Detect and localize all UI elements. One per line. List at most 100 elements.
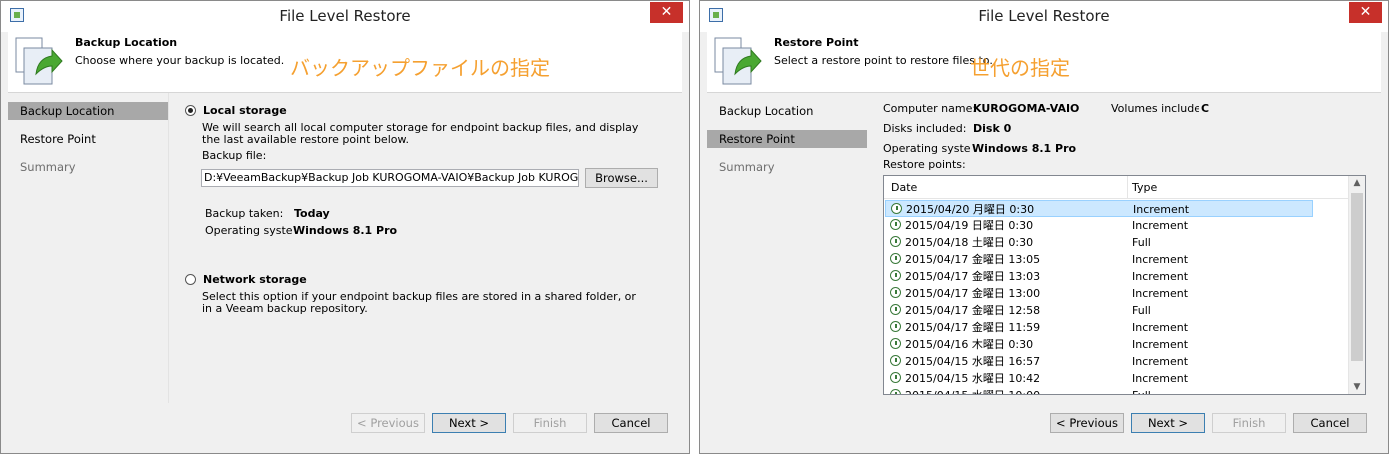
row-type: Full [1132, 304, 1151, 317]
restore-points-list: Date Type 2015/04/20 月曜日 0:30 Increment 2… [883, 175, 1366, 395]
step-restore-point[interactable]: Restore Point [707, 130, 867, 148]
step-restore-point[interactable]: Restore Point [8, 130, 168, 148]
wizard-steps: Backup Location Restore Point Summary [707, 93, 867, 403]
restore-point-row[interactable]: 2015/04/17 金曜日 11:59 Increment [885, 319, 1313, 336]
finish-button[interactable]: Finish [1212, 413, 1286, 433]
row-type: Full [1132, 387, 1151, 394]
row-type: Increment [1133, 203, 1190, 216]
window-title: File Level Restore [978, 7, 1110, 25]
local-storage-radio[interactable] [185, 105, 196, 116]
column-separator[interactable] [1127, 176, 1128, 198]
backup-file-label: Backup file: [202, 149, 267, 162]
restore-point-row[interactable]: 2015/04/15 水曜日 10:42 Increment [885, 370, 1313, 387]
step-backup-location[interactable]: Backup Location [707, 102, 867, 120]
step-summary[interactable]: Summary [707, 158, 867, 176]
scroll-down-icon[interactable]: ▼ [1349, 382, 1365, 392]
disks-label: Disks included: [883, 122, 967, 135]
local-storage-description-2: the last available restore point below. [202, 133, 409, 146]
restore-point-row[interactable]: 2015/04/20 月曜日 0:30 Increment [885, 200, 1313, 217]
restore-point-row[interactable]: 2015/04/15 水曜日 16:57 Increment [885, 353, 1313, 370]
restore-point-row[interactable]: 2015/04/17 金曜日 13:00 Increment [885, 285, 1313, 302]
restore-point-row[interactable]: 2015/04/19 日曜日 0:30 Increment [885, 217, 1313, 234]
previous-button[interactable]: < Previous [1050, 413, 1124, 433]
wizard-steps: Backup Location Restore Point Summary [8, 93, 168, 403]
restore-point-row[interactable]: 2015/04/18 土曜日 0:30 Full [885, 234, 1313, 251]
clock-icon [890, 287, 901, 298]
file-level-restore-window-restore-point: File Level Restore ✕ Restore Point Selec… [699, 0, 1389, 454]
os-label: Operating systen [883, 142, 971, 155]
row-date: 2015/04/18 土曜日 0:30 [905, 236, 1034, 249]
close-button[interactable]: ✕ [650, 2, 683, 23]
list-header: Date Type [884, 176, 1349, 199]
clock-icon [890, 236, 901, 247]
row-type: Increment [1132, 219, 1189, 232]
clock-icon [890, 253, 901, 264]
column-header-type[interactable]: Type [1132, 181, 1157, 194]
restore-point-row[interactable]: 2015/04/17 金曜日 12:58 Full [885, 302, 1313, 319]
column-header-date[interactable]: Date [891, 181, 917, 194]
scroll-up-icon[interactable]: ▲ [1349, 178, 1365, 188]
annotation-text: 世代の指定 [970, 56, 1070, 80]
restore-point-row[interactable]: 2015/04/17 金曜日 13:05 Increment [885, 251, 1313, 268]
row-type: Increment [1132, 355, 1189, 368]
os-value: Windows 8.1 Pro [972, 142, 1077, 155]
previous-button[interactable]: < Previous [351, 413, 425, 433]
clock-icon [890, 270, 901, 281]
restore-point-row[interactable]: 2015/04/17 金曜日 13:03 Increment [885, 268, 1313, 285]
clock-icon [890, 321, 901, 332]
network-storage-radio[interactable] [185, 274, 196, 285]
row-type: Increment [1132, 287, 1189, 300]
scrollbar-thumb[interactable] [1351, 193, 1363, 361]
annotation-text: バックアップファイルの指定 [290, 56, 550, 80]
row-date: 2015/04/17 金曜日 13:05 [905, 253, 1041, 266]
clock-icon [891, 203, 902, 214]
restore-points-label: Restore points: [883, 158, 966, 171]
step-backup-location[interactable]: Backup Location [8, 102, 168, 120]
cancel-button[interactable]: Cancel [1293, 413, 1367, 433]
row-type: Increment [1132, 270, 1189, 283]
computer-name-label: Computer name: [883, 102, 977, 115]
row-date: 2015/04/19 日曜日 0:30 [905, 219, 1034, 232]
row-date: 2015/04/17 金曜日 11:59 [905, 321, 1041, 334]
backup-file-input[interactable]: D:¥VeeamBackup¥Backup Job KUROGOMA-VAIO¥… [201, 169, 579, 187]
disks-value: Disk 0 [973, 122, 1012, 135]
local-storage-label[interactable]: Local storage [203, 104, 287, 117]
title-bar: File Level Restore ✕ [700, 1, 1388, 32]
row-type: Increment [1132, 338, 1189, 351]
volumes-value: C [1201, 102, 1210, 115]
close-button[interactable]: ✕ [1349, 2, 1382, 23]
window-title: File Level Restore [279, 7, 411, 25]
browse-button[interactable]: Browse... [585, 168, 658, 188]
row-date: 2015/04/16 木曜日 0:30 [905, 338, 1034, 351]
next-button[interactable]: Next > [432, 413, 506, 433]
restore-arrow-icon [15, 37, 63, 85]
backup-taken-label: Backup taken: [205, 207, 284, 220]
row-date: 2015/04/17 金曜日 13:03 [905, 270, 1041, 283]
clock-icon [890, 372, 901, 383]
row-date: 2015/04/17 金曜日 13:00 [905, 287, 1041, 300]
file-level-restore-window-backup-location: File Level Restore ✕ Backup Location Cho… [0, 0, 690, 454]
clock-icon [890, 355, 901, 366]
step-content: Local storage We will search all local c… [168, 93, 685, 403]
next-button[interactable]: Next > [1131, 413, 1205, 433]
list-scrollbar[interactable]: ▲ ▼ [1348, 176, 1365, 394]
finish-button[interactable]: Finish [513, 413, 587, 433]
row-date: 2015/04/20 月曜日 0:30 [906, 203, 1035, 216]
row-date: 2015/04/15 水曜日 10:42 [905, 372, 1041, 385]
row-type: Increment [1132, 372, 1189, 385]
restore-point-row[interactable]: 2015/04/15 水曜日 10:00 Full [885, 387, 1313, 394]
backup-taken-value: Today [294, 207, 330, 220]
row-date: 2015/04/15 水曜日 10:00 [905, 387, 1040, 394]
wizard-header: Backup Location Choose where your backup… [8, 32, 682, 93]
row-type: Increment [1132, 253, 1189, 266]
step-summary[interactable]: Summary [8, 158, 168, 176]
row-date: 2015/04/17 金曜日 12:58 [905, 304, 1041, 317]
network-storage-description-2: in a Veeam backup repository. [202, 302, 368, 315]
clock-icon [890, 304, 901, 315]
row-date: 2015/04/15 水曜日 16:57 [905, 355, 1041, 368]
cancel-button[interactable]: Cancel [594, 413, 668, 433]
network-storage-label[interactable]: Network storage [203, 273, 307, 286]
restore-point-row[interactable]: 2015/04/16 木曜日 0:30 Increment [885, 336, 1313, 353]
header-description: Select a restore point to restore files … [774, 54, 993, 67]
header-title: Backup Location [75, 36, 178, 49]
